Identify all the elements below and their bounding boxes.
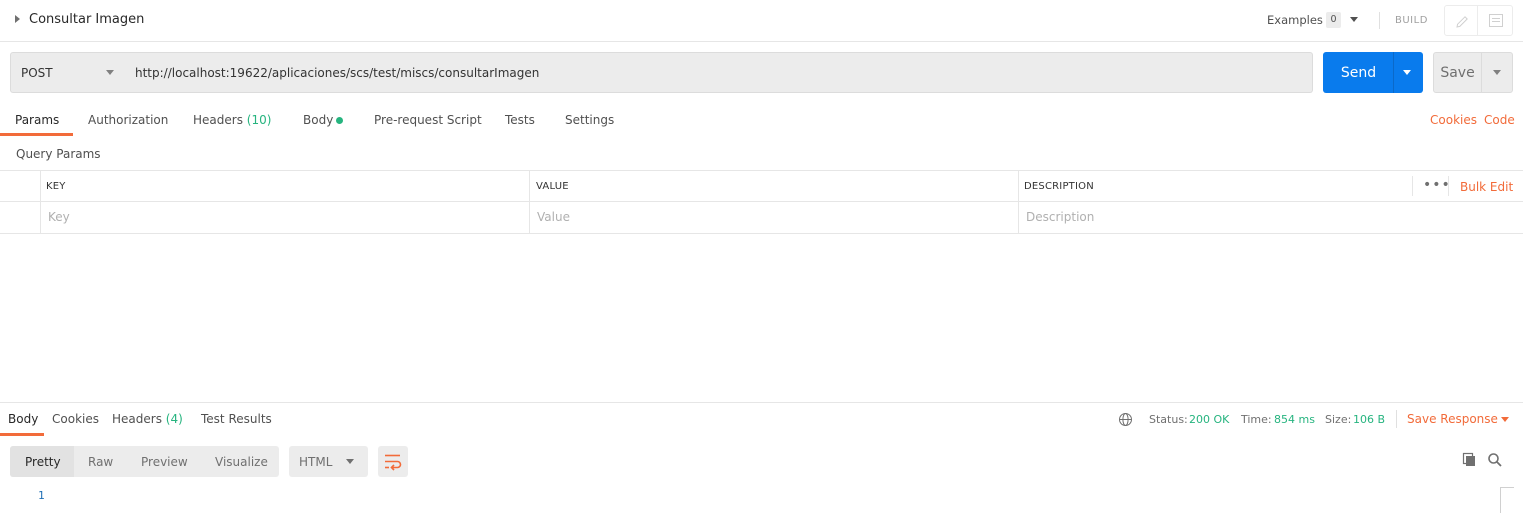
comments-button[interactable] (1477, 5, 1513, 36)
chevron-down-icon (106, 70, 114, 75)
column-header-value: VALUE (536, 181, 569, 192)
divider (1396, 410, 1397, 428)
language-label: HTML (299, 455, 333, 469)
format-preview[interactable]: Preview (141, 455, 188, 469)
format-visualize[interactable]: Visualize (215, 455, 268, 469)
examples-caret-icon[interactable] (1350, 17, 1358, 22)
chevron-down-icon[interactable] (1501, 417, 1509, 422)
status-label: Status: (1149, 413, 1188, 426)
tab-tests[interactable]: Tests (505, 113, 535, 127)
response-tab-headers-label: Headers (112, 412, 162, 426)
time-value[interactable]: 854 ms (1274, 413, 1315, 426)
size-value[interactable]: 106 B (1353, 413, 1385, 426)
headers-count: (10) (246, 113, 272, 127)
build-mode-label[interactable]: BUILD (1395, 15, 1428, 26)
active-tab-indicator (0, 133, 73, 136)
params-table-row (0, 201, 1523, 234)
query-params-heading: Query Params (16, 147, 101, 161)
response-tab-body[interactable]: Body (8, 412, 38, 426)
response-headers-count: (4) (165, 412, 183, 426)
column-divider (1018, 170, 1019, 234)
cookies-link[interactable]: Cookies (1430, 113, 1477, 127)
bulk-edit-link[interactable]: Bulk Edit (1460, 180, 1513, 194)
save-response-button[interactable]: Save Response (1407, 412, 1498, 426)
status-value[interactable]: 200 OK (1189, 413, 1229, 426)
value-input[interactable]: Value (537, 210, 570, 224)
expand-caret-icon[interactable] (15, 15, 20, 23)
examples-dropdown[interactable]: Examples (1267, 13, 1323, 27)
divider (1379, 12, 1380, 29)
tab-body[interactable]: Body (303, 113, 333, 127)
description-input[interactable]: Description (1026, 210, 1094, 224)
chevron-down-icon (1403, 70, 1411, 75)
code-link[interactable]: Code (1484, 113, 1515, 127)
tab-authorization[interactable]: Authorization (88, 113, 168, 127)
response-tab-test-results[interactable]: Test Results (201, 412, 272, 426)
response-tab-headers[interactable]: Headers (4) (112, 412, 183, 426)
time-label: Time: (1241, 413, 1272, 426)
edit-button[interactable] (1444, 5, 1478, 36)
key-input[interactable]: Key (48, 210, 70, 224)
pencil-icon (1456, 16, 1468, 28)
response-divider (0, 402, 1523, 403)
format-pretty[interactable]: Pretty (25, 455, 61, 469)
tab-headers[interactable]: Headers (10) (193, 113, 271, 127)
params-table-header (0, 170, 1523, 202)
tab-headers-label: Headers (193, 113, 243, 127)
column-divider (1412, 176, 1413, 196)
tab-settings[interactable]: Settings (565, 113, 614, 127)
column-divider (529, 170, 530, 234)
column-divider (40, 170, 41, 234)
chevron-down-icon (346, 459, 354, 464)
column-header-key: KEY (46, 181, 66, 192)
chevron-down-icon (1493, 70, 1501, 75)
column-header-description: DESCRIPTION (1024, 181, 1094, 192)
save-button[interactable]: Save (1433, 52, 1482, 93)
request-title[interactable]: Consultar Imagen (29, 12, 144, 27)
tab-prerequest-script[interactable]: Pre-request Script (374, 113, 482, 127)
format-raw[interactable]: Raw (88, 455, 113, 469)
method-label: POST (21, 66, 53, 80)
editor-scrollbar[interactable] (1500, 487, 1514, 513)
send-button[interactable]: Send (1323, 52, 1394, 93)
tab-params[interactable]: Params (15, 113, 59, 127)
size-label: Size: (1325, 413, 1352, 426)
copy-icon[interactable] (1461, 452, 1477, 468)
globe-icon[interactable] (1118, 412, 1133, 427)
wrap-lines-icon (385, 454, 402, 471)
more-options-icon[interactable]: ••• (1423, 177, 1451, 193)
search-icon[interactable] (1487, 452, 1503, 468)
examples-count-badge: 0 (1326, 12, 1341, 28)
response-tab-cookies[interactable]: Cookies (52, 412, 99, 426)
url-input[interactable] (125, 52, 1313, 93)
body-indicator-dot (336, 117, 343, 124)
active-tab-indicator (0, 433, 44, 436)
line-number: 1 (38, 489, 45, 502)
wrap-lines-button[interactable] (378, 446, 408, 477)
comment-icon (1489, 14, 1503, 27)
